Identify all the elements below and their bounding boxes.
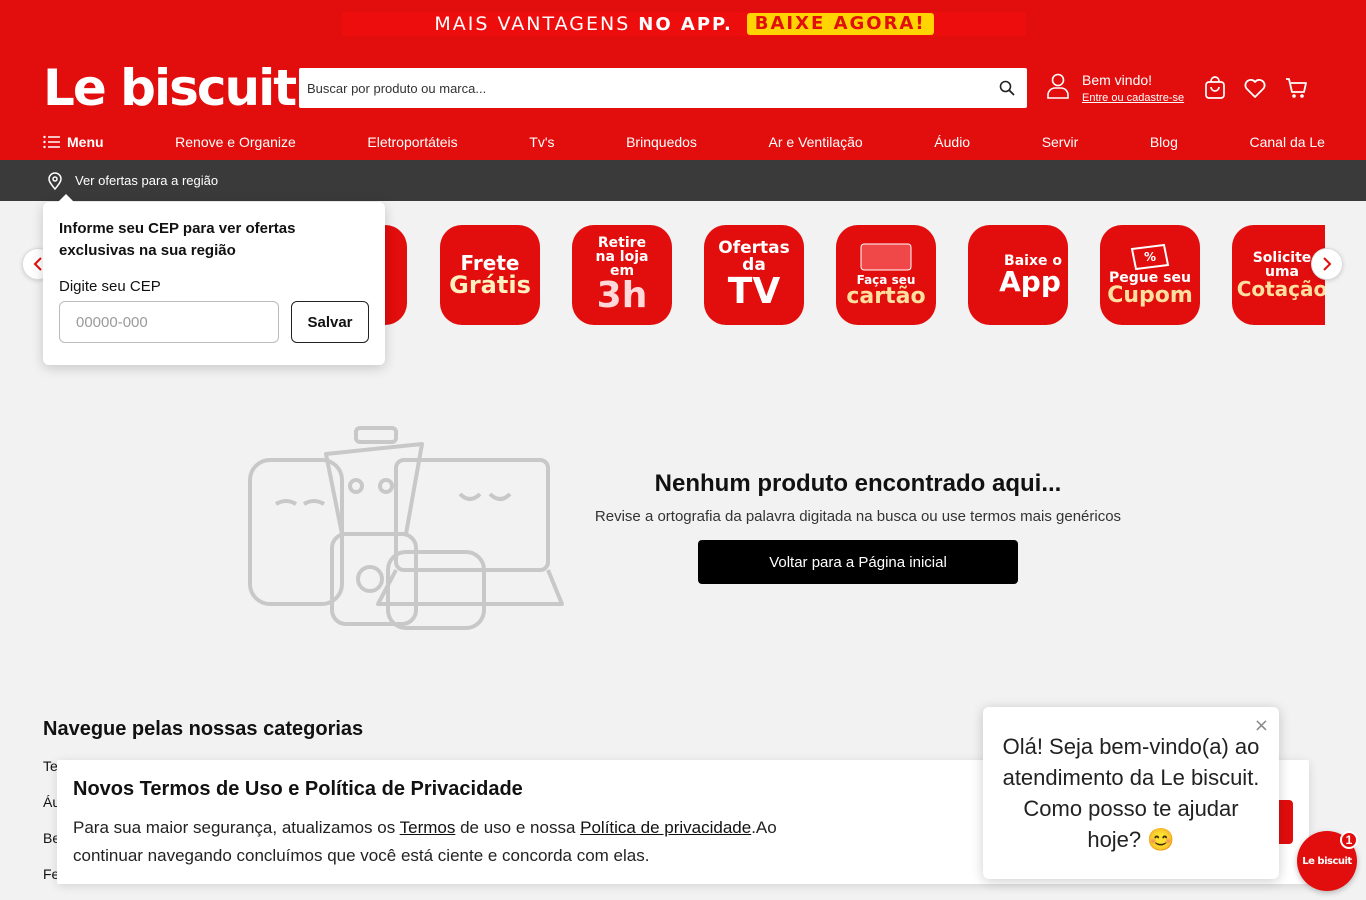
main-nav: Menu Renove e Organize Eletroportáteis T… [43, 132, 1325, 152]
nav-item-audio[interactable]: Áudio [934, 134, 970, 150]
empty-state-title: Nenhum produto encontrado aqui... [654, 470, 1062, 497]
tile-line2: TV [727, 271, 781, 312]
tile-line1: Ofertas da [718, 238, 790, 275]
logo[interactable]: Le biscuit [43, 62, 297, 114]
empty-state-illustration [248, 426, 564, 630]
carousel-tile-retire-3h[interactable]: Retire na loja em 3h [572, 225, 672, 325]
user-icon [1047, 73, 1069, 99]
privacy-policy-link[interactable]: Política de privacidade [580, 818, 751, 837]
region-bar[interactable]: Ver ofertas para a região [0, 160, 1366, 201]
category-link[interactable]: Te [43, 758, 58, 774]
user-account[interactable]: Bem vindo! Entre ou cadastre-se [1046, 72, 1184, 104]
login-link[interactable]: Entre ou cadastre-se [1082, 92, 1184, 104]
cep-save-button[interactable]: Salvar [291, 301, 369, 343]
search-input[interactable] [299, 68, 979, 108]
credit-card-icon [860, 243, 912, 271]
tile-line1: Retire na loja em [595, 235, 649, 279]
tile-line2: 3h [596, 275, 648, 316]
nav-item-blog[interactable]: Blog [1150, 134, 1178, 150]
cep-label: Digite seu CEP [59, 278, 161, 295]
terms-text: de uso e nossa [455, 818, 581, 837]
chat-bubble: × Olá! Seja bem-vindo(a) ao atendimento … [983, 707, 1279, 879]
cep-form: Salvar [59, 301, 369, 343]
coupon-icon: % [1130, 243, 1170, 271]
chat-notification-badge: 1 [1340, 831, 1358, 849]
promo-text: MAIS VANTAGENS [434, 13, 631, 35]
nav-item-tvs[interactable]: Tv's [529, 134, 554, 150]
carousel-tile-ofertas-tv[interactable]: Ofertas da TV [704, 225, 804, 325]
empty-state-subtitle: Revise a ortografia da palavra digitada … [594, 508, 1122, 525]
site-header: Le biscuit Bem vindo! Entre ou cadastre-… [0, 48, 1366, 160]
svg-text:%: % [1144, 250, 1156, 264]
terms-of-use-link[interactable]: Termos [400, 818, 456, 837]
tile-line2: Cotação [1236, 277, 1325, 301]
promo-bar[interactable]: MAIS VANTAGENS NO APP. BAIXE AGORA! [0, 0, 1366, 48]
cart-icon[interactable] [1285, 76, 1309, 100]
cep-title: Informe seu CEP para ver ofertas exclusi… [59, 220, 296, 259]
user-greeting: Bem vindo! [1082, 72, 1153, 88]
nav-item-brinquedos[interactable]: Brinquedos [626, 134, 697, 150]
tile-line1: Frete [460, 251, 520, 275]
carousel-tile-faca-seu-cartao[interactable]: Faça seu cartão [836, 225, 936, 325]
chevron-right-icon [1323, 257, 1332, 271]
hamburger-icon [43, 135, 60, 149]
tile-line2: App [999, 265, 1061, 298]
menu-button[interactable]: Menu [43, 134, 104, 150]
chevron-left-icon [33, 257, 42, 271]
back-home-button[interactable]: Voltar para a Página inicial [698, 540, 1018, 584]
region-text: Ver ofertas para a região [75, 173, 219, 188]
heart-icon[interactable] [1243, 76, 1267, 100]
nav-item-ar-e-ventilacao[interactable]: Ar e Ventilação [769, 134, 863, 150]
chat-message: Olá! Seja bem-vindo(a) ao atendimento da… [1002, 734, 1260, 852]
nav-item-eletroportateis[interactable]: Eletroportáteis [367, 134, 457, 150]
promo-banner[interactable]: MAIS VANTAGENS NO APP. BAIXE AGORA! [342, 12, 1026, 36]
tile-line1: Solicite uma [1252, 250, 1312, 280]
carousel-tile-pegue-seu-cupom[interactable]: % Pegue seu Cupom [1100, 225, 1200, 325]
nav-item-canal-da-le[interactable]: Canal da Le [1249, 134, 1325, 150]
carousel-next-button[interactable] [1311, 248, 1343, 280]
tile-line2: cartão [846, 284, 926, 309]
location-pin-icon [48, 172, 62, 190]
chat-close-button[interactable]: × [1254, 715, 1269, 736]
terms-body: Para sua maior segurança, atualizamos os… [73, 814, 833, 870]
carousel-tile-frete-gratis[interactable]: Frete Grátis [440, 225, 540, 325]
tile-line2: Grátis [449, 271, 531, 299]
nav-item-servir[interactable]: Servir [1042, 134, 1079, 150]
carousel-tile-baixe-o-app[interactable]: Baixe o App [968, 225, 1068, 325]
promo-bold-text: NO APP. [638, 13, 733, 35]
search-icon[interactable] [999, 80, 1015, 96]
cep-popover: Informe seu CEP para ver ofertas exclusi… [43, 194, 385, 365]
carousel-tile-solicite-cotacao[interactable]: Solicite uma Cotação [1232, 225, 1325, 325]
nav-item-renove-e-organize[interactable]: Renove e Organize [175, 134, 296, 150]
tile-line2: Cupom [1107, 283, 1193, 308]
cep-input[interactable] [59, 301, 279, 343]
search-box [299, 68, 1027, 108]
terms-title: Novos Termos de Uso e Política de Privac… [73, 778, 523, 800]
menu-label: Menu [67, 134, 104, 150]
shopping-bag-icon[interactable] [1203, 76, 1227, 100]
categories-heading: Navegue pelas nossas categorias [43, 718, 364, 740]
terms-accept-button[interactable] [1277, 800, 1293, 844]
promo-cta[interactable]: BAIXE AGORA! [746, 13, 934, 35]
user-text: Bem vindo! Entre ou cadastre-se [1082, 72, 1184, 104]
terms-text: Para sua maior segurança, atualizamos os [73, 818, 400, 837]
